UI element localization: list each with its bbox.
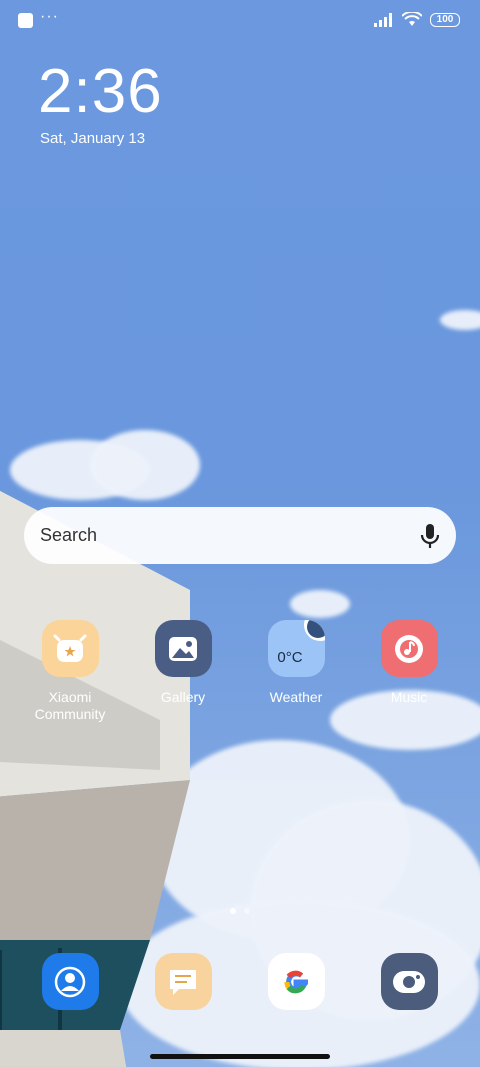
google-icon: [267, 953, 325, 1010]
clock: 2:36: [38, 57, 163, 126]
dock-notes[interactable]: [133, 953, 233, 1010]
more-notifications-indicator: ···: [40, 8, 59, 25]
date: Sat, January 13: [40, 130, 146, 147]
page-dot-active: [230, 908, 236, 914]
contacts-icon: [41, 953, 99, 1010]
battery-indicator: 100: [430, 12, 460, 27]
wifi-icon: [402, 12, 422, 26]
dock-contacts[interactable]: [20, 953, 120, 1010]
app-label: Music: [390, 689, 428, 705]
dock-google[interactable]: [246, 953, 346, 1010]
weather-icon: 0°C: [267, 620, 325, 677]
app-label: Weather: [269, 689, 323, 705]
dock-camera[interactable]: [359, 953, 459, 1010]
app-xiaomi-community[interactable]: Xiaomi Community: [20, 620, 120, 723]
gallery-icon: [154, 620, 212, 677]
app-label: Gallery: [160, 689, 206, 705]
app-music[interactable]: Music: [359, 620, 459, 706]
page-indicator: [0, 908, 480, 914]
app-label: Xiaomi Community: [34, 689, 106, 722]
app-gallery[interactable]: Gallery: [133, 620, 233, 706]
xiaomi-community-icon: [41, 620, 99, 677]
notes-icon: [154, 953, 212, 1010]
weather-temperature: 0°C: [277, 649, 303, 666]
camera-icon: [380, 953, 438, 1010]
status-bar: ··· 100: [0, 0, 480, 42]
search-bar[interactable]: Search: [24, 507, 456, 564]
notification-icon: [18, 13, 33, 28]
page-dot: [244, 908, 250, 914]
microphone-icon[interactable]: [420, 523, 440, 549]
search-placeholder: Search: [40, 525, 98, 545]
cellular-signal-icon: [374, 12, 392, 27]
home-indicator[interactable]: [150, 1054, 330, 1059]
app-weather[interactable]: 0°C Weather: [246, 620, 346, 706]
music-icon: [380, 620, 438, 677]
